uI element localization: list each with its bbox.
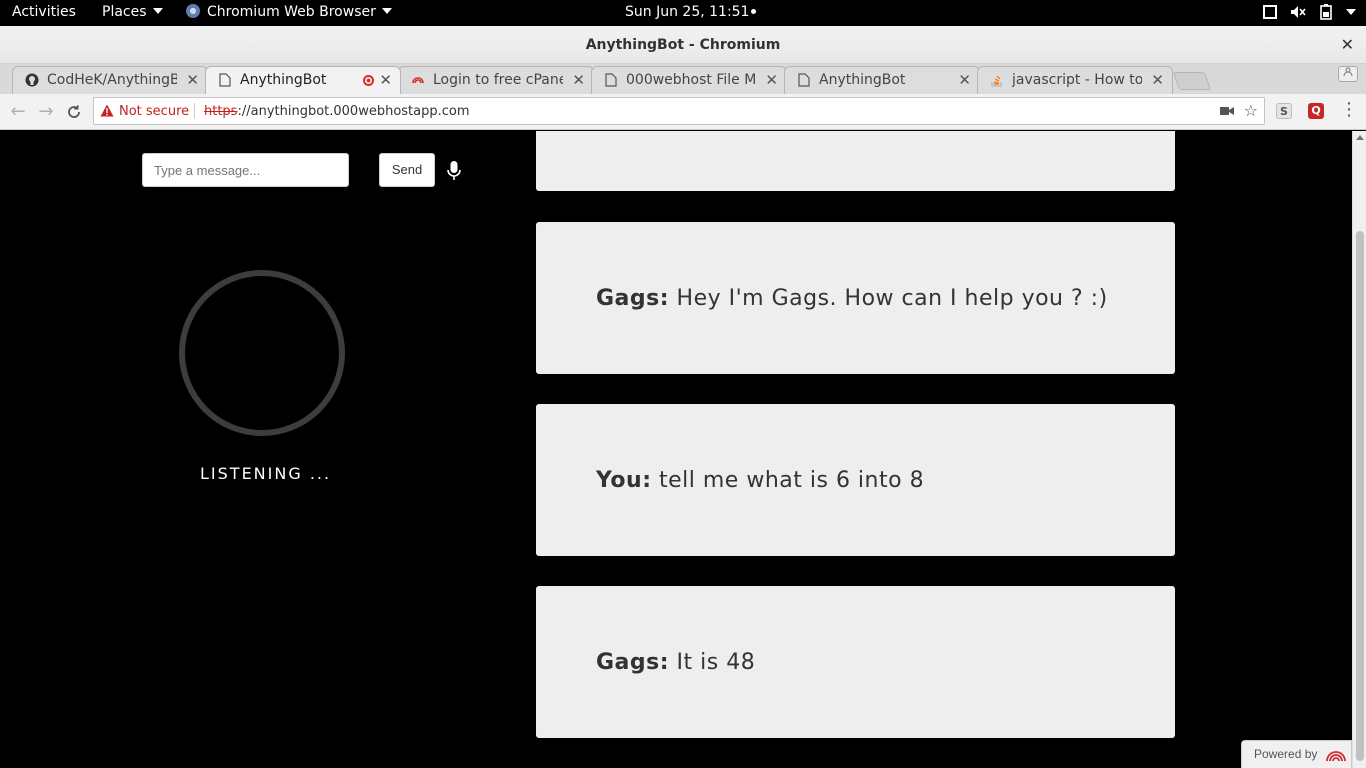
- url-scheme: https: [204, 104, 238, 119]
- listening-label: LISTENING ...: [200, 464, 332, 483]
- chat-speaker: Gags:: [596, 286, 670, 311]
- close-icon[interactable]: ✕: [765, 71, 778, 89]
- close-icon[interactable]: ✕: [572, 71, 585, 89]
- page-viewport: Send LISTENING ... Gags: Hey I'm Gags. H…: [0, 131, 1352, 768]
- menu-icon[interactable]: ⋮: [1340, 101, 1358, 119]
- tab-title: AnythingBot: [819, 72, 906, 88]
- powered-by-label: Powered by: [1254, 747, 1318, 761]
- address-bar[interactable]: Not secure https://anythingbot.000webhos…: [93, 97, 1265, 125]
- omnibox-divider: [194, 103, 195, 119]
- back-button[interactable]: ←: [8, 102, 28, 122]
- listening-indicator-ring: [179, 270, 345, 436]
- places-label: Places: [102, 4, 147, 20]
- tab-title: 000webhost File Manager: [626, 72, 756, 88]
- tab-cpanel-login[interactable]: Login to free cPanel ✕: [398, 66, 594, 94]
- message-input[interactable]: [142, 153, 349, 187]
- chat-message-card: You: tell me what is 6 into 8: [536, 404, 1175, 556]
- recording-icon: [363, 75, 374, 86]
- page-icon: [218, 73, 232, 87]
- app-menu-label: Chromium Web Browser: [207, 4, 376, 20]
- window-titlebar: AnythingBot - Chromium ✕: [0, 26, 1366, 64]
- microphone-icon[interactable]: [446, 160, 462, 182]
- places-menu[interactable]: Places: [102, 4, 163, 20]
- scroll-up-arrow-icon[interactable]: [1356, 135, 1364, 140]
- tab-github[interactable]: CodHeK/AnythingBot ✕: [12, 66, 208, 94]
- new-tab-button[interactable]: [1172, 72, 1212, 90]
- volume-muted-icon: [1290, 4, 1306, 20]
- 000webhost-logo-icon: [1325, 746, 1347, 765]
- tab-anythingbot[interactable]: AnythingBot ✕: [784, 66, 980, 94]
- page-icon: [604, 73, 618, 87]
- tab-stackoverflow[interactable]: javascript - How to ✕: [977, 66, 1173, 94]
- notification-dot-icon: [751, 9, 757, 14]
- chat-speaker: Gags:: [596, 650, 670, 675]
- gnome-top-bar: Activities Places Chromium Web Browser S…: [0, 0, 1366, 26]
- chat-message-card: [536, 131, 1175, 191]
- 000webhost-icon: [411, 73, 425, 87]
- send-button[interactable]: Send: [379, 153, 435, 187]
- close-icon[interactable]: ✕: [958, 71, 971, 89]
- window-title: AnythingBot - Chromium: [585, 37, 781, 53]
- system-tray[interactable]: [1262, 4, 1356, 20]
- url-text[interactable]: https://anythingbot.000webhostapp.com: [204, 104, 470, 119]
- chevron-down-icon: [1346, 9, 1356, 15]
- app-menu[interactable]: Chromium Web Browser: [186, 4, 392, 20]
- close-icon[interactable]: ✕: [379, 71, 392, 89]
- extension-s-icon[interactable]: S: [1276, 103, 1292, 119]
- chat-text: It is 48: [676, 650, 756, 675]
- tab-title: Login to free cPanel: [433, 72, 563, 88]
- chat-message-card: Gags: It is 48: [536, 586, 1175, 738]
- chevron-down-icon: [152, 8, 163, 14]
- close-icon[interactable]: ✕: [1151, 71, 1164, 89]
- chat-message-text: You: tell me what is 6 into 8: [596, 468, 924, 493]
- tab-anythingbot-active[interactable]: AnythingBot ✕: [205, 66, 401, 94]
- powered-by-badge[interactable]: Powered by: [1241, 740, 1352, 768]
- tab-title: AnythingBot: [240, 72, 327, 88]
- close-icon[interactable]: ✕: [186, 71, 199, 89]
- chevron-down-icon: [381, 8, 392, 14]
- window-icon: [1262, 4, 1278, 20]
- bookmark-star-icon[interactable]: ☆: [1244, 101, 1258, 120]
- chat-text: tell me what is 6 into 8: [659, 468, 925, 493]
- chat-message-card: Gags: Hey I'm Gags. How can I help you ?…: [536, 222, 1175, 374]
- browser-toolbar: ← → Not secure https://anythingbot.000we…: [0, 94, 1366, 130]
- warning-icon[interactable]: [100, 104, 114, 121]
- activities-button[interactable]: Activities: [12, 4, 76, 20]
- profile-icon[interactable]: [1338, 66, 1358, 82]
- forward-button[interactable]: →: [36, 102, 56, 122]
- security-status[interactable]: Not secure: [119, 104, 189, 119]
- tab-strip: CodHeK/AnythingBot ✕ AnythingBot ✕ Login…: [0, 64, 1366, 94]
- url-host: ://anythingbot.000webhostapp.com: [237, 104, 470, 119]
- camera-icon[interactable]: [1220, 105, 1234, 120]
- reload-button[interactable]: [64, 102, 84, 122]
- window-close-button[interactable]: ✕: [1341, 35, 1354, 54]
- github-icon: [25, 73, 39, 87]
- chromium-icon: [186, 4, 200, 18]
- chat-message-text: Gags: Hey I'm Gags. How can I help you ?…: [596, 286, 1108, 311]
- tab-file-manager[interactable]: 000webhost File Manager ✕: [591, 66, 787, 94]
- page-icon: [797, 73, 811, 87]
- page-scrollbar[interactable]: [1352, 131, 1366, 768]
- chat-text: Hey I'm Gags. How can I help you ? :): [676, 286, 1108, 311]
- scrollbar-thumb[interactable]: [1356, 231, 1364, 761]
- battery-icon: [1318, 4, 1334, 20]
- extension-q-icon[interactable]: Q: [1308, 103, 1324, 119]
- stackoverflow-icon: [990, 73, 1004, 87]
- clock-label: Sun Jun 25, 11:51: [625, 4, 750, 20]
- tab-title: CodHeK/AnythingBot: [47, 72, 177, 88]
- tab-title: javascript - How to: [1012, 72, 1142, 88]
- clock[interactable]: Sun Jun 25, 11:51: [625, 4, 757, 20]
- chat-speaker: You:: [596, 468, 652, 493]
- chat-message-text: Gags: It is 48: [596, 650, 755, 675]
